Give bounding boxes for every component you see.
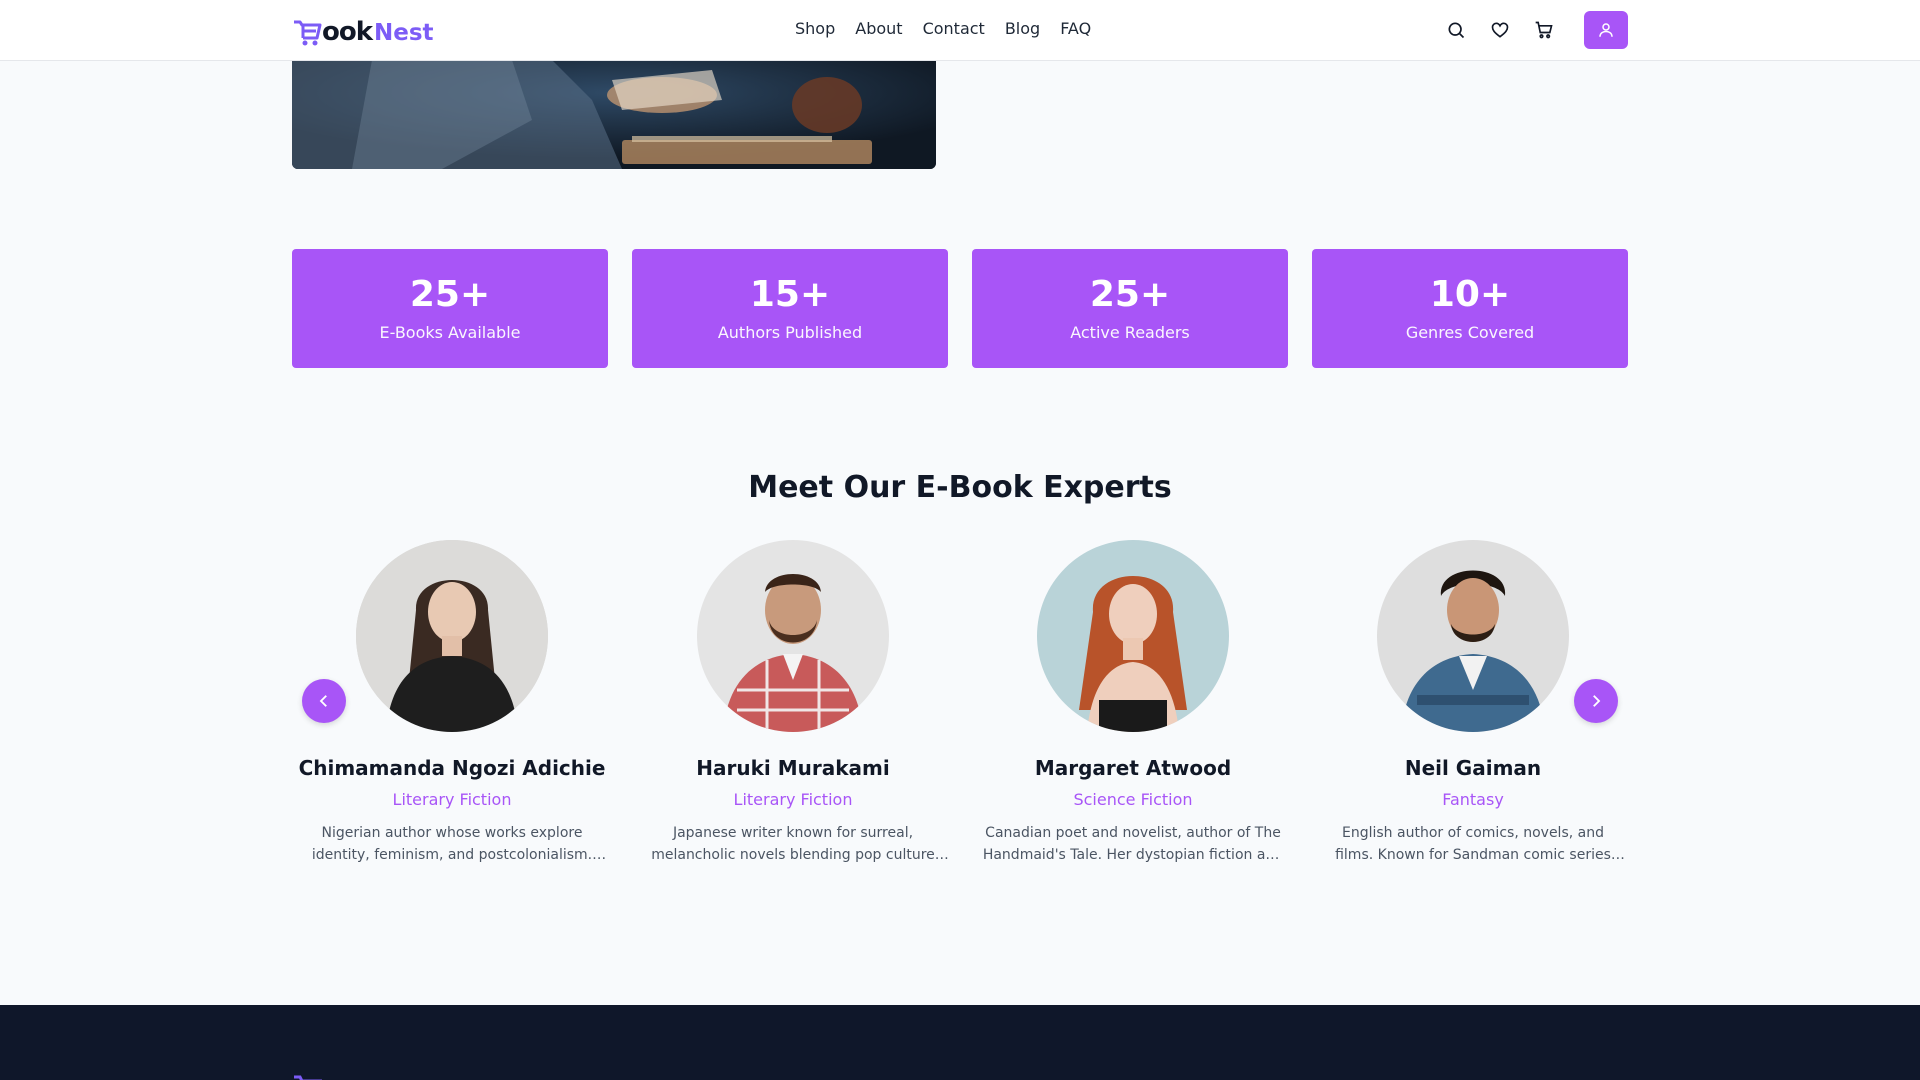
header-tools xyxy=(1444,11,1628,49)
author-bio: Nigerian author whose works explore iden… xyxy=(311,825,593,863)
stat-card: 25+ Active Readers xyxy=(972,249,1288,368)
author-bio: Japanese writer known for surreal, melan… xyxy=(651,825,935,863)
search-icon[interactable] xyxy=(1444,18,1468,42)
stat-card: 10+ Genres Covered xyxy=(1312,249,1628,368)
author-photo xyxy=(1037,540,1229,732)
author-card[interactable]: Margaret Atwood Science Fiction Canadian… xyxy=(973,540,1293,866)
site-footer xyxy=(0,1005,1920,1080)
hero-image xyxy=(292,60,936,169)
author-bio: Canadian poet and novelist, author of Th… xyxy=(982,825,1284,863)
author-photo xyxy=(1377,540,1569,732)
cart-logo-icon xyxy=(292,18,322,46)
stat-label: Active Readers xyxy=(1070,323,1190,342)
author-photo xyxy=(697,540,889,732)
site-header: ook Nest Shop About Contact Blog FAQ xyxy=(0,0,1920,61)
carousel-next-button[interactable] xyxy=(1574,679,1618,723)
nav-shop[interactable]: Shop xyxy=(795,19,835,38)
author-genre: Science Fiction xyxy=(1073,790,1193,809)
account-button[interactable] xyxy=(1584,11,1628,49)
author-photo xyxy=(356,540,548,732)
nav-blog[interactable]: Blog xyxy=(1005,19,1040,38)
logo-text-nest: Nest xyxy=(374,20,434,46)
stat-value: 25+ xyxy=(1089,274,1171,315)
footer-logo[interactable] xyxy=(292,1071,332,1080)
main-nav: Shop About Contact Blog FAQ xyxy=(795,19,1091,38)
author-genre: Fantasy xyxy=(1442,790,1504,809)
user-icon xyxy=(1599,23,1613,37)
brand-logo[interactable]: ook Nest xyxy=(292,14,434,46)
author-bio: English author of comics, novels, and fi… xyxy=(1335,825,1611,863)
author-genre: Literary Fiction xyxy=(392,790,512,809)
author-name: Haruki Murakami xyxy=(696,756,890,780)
stat-value: 10+ xyxy=(1429,274,1511,315)
stat-value: 25+ xyxy=(409,274,491,315)
nav-faq[interactable]: FAQ xyxy=(1060,19,1091,38)
stat-label: Authors Published xyxy=(717,323,863,342)
nav-about[interactable]: About xyxy=(855,19,902,38)
logo-text-ook: ook xyxy=(322,17,373,47)
stats-row: 25+ E-Books Available 15+ Authors Publis… xyxy=(292,249,1628,368)
cart-logo-icon xyxy=(294,1075,322,1080)
stat-card: 15+ Authors Published xyxy=(632,249,948,368)
section-title: Meet Our E-Book Experts xyxy=(748,470,1172,505)
author-name: Chimamanda Ngozi Adichie xyxy=(298,756,606,780)
author-card[interactable]: Haruki Murakami Literary Fiction Japanes… xyxy=(633,540,953,866)
chevron-left-icon xyxy=(319,695,327,707)
experts-carousel: Chimamanda Ngozi Adichie Literary Fictio… xyxy=(292,540,1628,863)
stat-label: E-Books Available xyxy=(379,323,521,342)
carousel-prev-button[interactable] xyxy=(302,679,346,723)
stat-value: 15+ xyxy=(749,274,831,315)
author-genre: Literary Fiction xyxy=(733,790,853,809)
chevron-right-icon xyxy=(1593,695,1601,707)
heart-icon[interactable] xyxy=(1488,18,1512,42)
author-name: Margaret Atwood xyxy=(1034,756,1232,780)
cart-icon[interactable] xyxy=(1532,18,1556,42)
nav-contact[interactable]: Contact xyxy=(923,19,985,38)
author-name: Neil Gaiman xyxy=(1404,756,1542,780)
stat-card: 25+ E-Books Available xyxy=(292,249,608,368)
stat-label: Genres Covered xyxy=(1405,323,1535,342)
